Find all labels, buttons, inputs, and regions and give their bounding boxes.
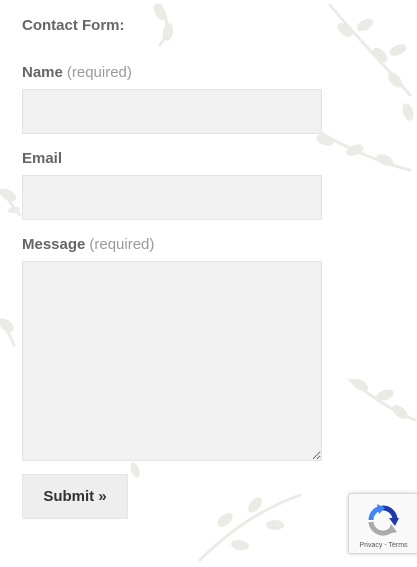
name-label-text: Name xyxy=(22,64,63,81)
email-label-text: Email xyxy=(22,150,63,167)
name-required-hint: (required) xyxy=(66,64,132,81)
email-field[interactable] xyxy=(22,175,322,220)
recaptcha-links: Privacy - Terms xyxy=(349,542,417,549)
message-textarea[interactable] xyxy=(22,261,322,461)
recaptcha-badge[interactable]: Privacy - Terms xyxy=(348,493,417,554)
recaptcha-link-separator: - xyxy=(384,542,387,549)
form-title: Contact Form: xyxy=(22,17,125,34)
message-label: Message (required) xyxy=(22,236,154,253)
name-label: Name (required) xyxy=(22,64,132,81)
name-field[interactable] xyxy=(22,89,322,134)
recaptcha-icon xyxy=(368,504,399,536)
submit-button[interactable]: Submit » xyxy=(22,474,128,519)
message-label-text: Message xyxy=(22,236,86,253)
email-label: Email xyxy=(22,150,62,167)
recaptcha-terms-link[interactable]: Terms xyxy=(389,542,408,549)
recaptcha-privacy-link[interactable]: Privacy xyxy=(359,542,382,549)
message-required-hint: (required) xyxy=(89,236,155,253)
